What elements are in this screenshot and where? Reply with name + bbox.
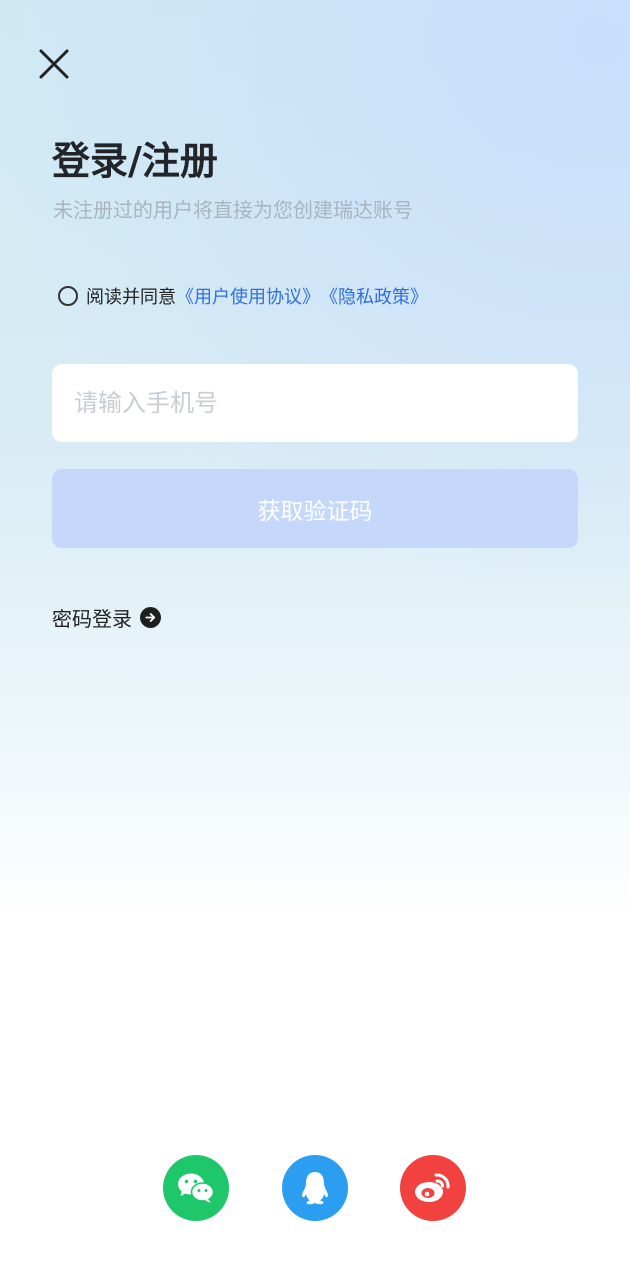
terms-link[interactable]: 《用户使用协议》 xyxy=(176,283,320,309)
page-subtitle: 未注册过的用户将直接为您创建瑞达账号 xyxy=(53,198,413,222)
weibo-icon xyxy=(415,1173,450,1202)
password-login-label: 密码登录 xyxy=(52,606,132,631)
wechat-login-button[interactable] xyxy=(163,1155,229,1221)
agreement-radio[interactable] xyxy=(58,286,78,306)
page-title: 登录/注册 xyxy=(52,139,218,183)
arrow-right-circle-icon xyxy=(140,606,161,628)
weibo-login-button[interactable] xyxy=(400,1155,466,1221)
phone-input[interactable] xyxy=(52,364,578,442)
wechat-icon xyxy=(178,1173,215,1203)
qq-icon xyxy=(302,1172,328,1205)
password-login-link[interactable]: 密码登录 xyxy=(52,600,161,634)
get-code-label: 获取验证码 xyxy=(257,498,373,525)
qq-login-button[interactable] xyxy=(282,1155,348,1221)
get-code-button[interactable]: 获取验证码 xyxy=(52,469,578,548)
close-icon xyxy=(39,49,69,79)
agreement-prefix: 阅读并同意 xyxy=(86,287,176,308)
close-button[interactable] xyxy=(36,46,72,82)
agreement-row: 阅读并同意 《用户使用协议》 《隐私政策》 xyxy=(58,280,428,312)
privacy-link[interactable]: 《隐私政策》 xyxy=(320,283,428,309)
